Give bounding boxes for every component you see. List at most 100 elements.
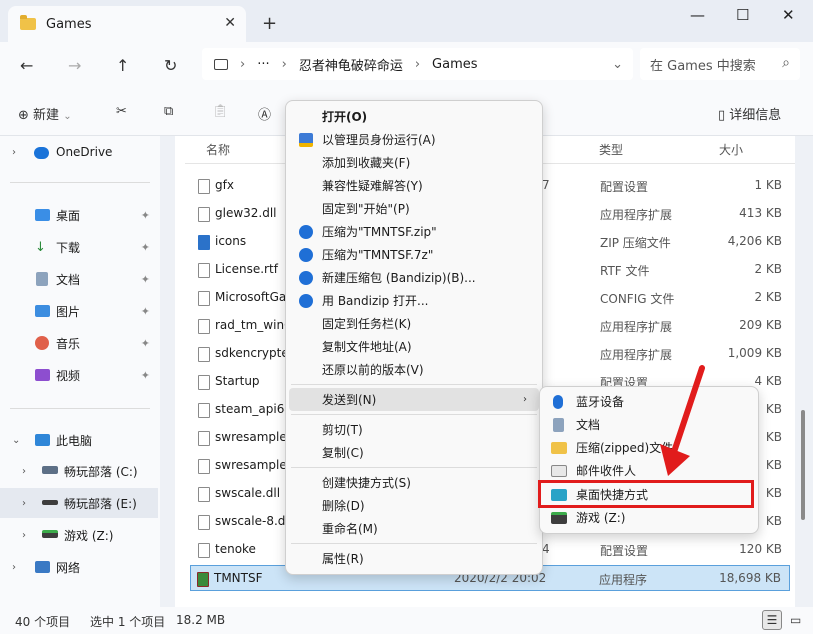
menu-item-copy[interactable]: 复制(C): [289, 441, 539, 464]
chevron-down-icon[interactable]: ⌄: [12, 435, 20, 446]
tab-games[interactable]: Games ✕: [8, 6, 246, 42]
menu-item-troubleshoot[interactable]: 兼容性疑难解答(Y): [289, 174, 539, 197]
dll-file-icon: [198, 515, 210, 530]
drive-icon: [42, 466, 58, 474]
up-button[interactable]: ↑: [116, 56, 129, 75]
submenu-item-documents[interactable]: 文档: [543, 413, 755, 436]
pin-icon: ✦: [140, 304, 150, 318]
refresh-button[interactable]: ↻: [164, 56, 177, 75]
selected-count: 选中 1 个项目: [90, 615, 166, 629]
sidebar-item-pictures[interactable]: 图片 ✦: [0, 296, 158, 326]
chevron-right-icon[interactable]: ›: [22, 498, 26, 509]
submenu-item-zip[interactable]: 压缩(zipped)文件: [543, 436, 755, 459]
app-icon: [197, 572, 209, 587]
sidebar-item-desktop[interactable]: 桌面 ✦: [0, 200, 158, 230]
dll-file-icon: [198, 431, 210, 446]
chevron-right-icon[interactable]: ›: [12, 562, 16, 573]
chevron-right-icon[interactable]: ›: [22, 530, 26, 541]
menu-item-delete[interactable]: 删除(D): [289, 494, 539, 517]
desktop-icon: [35, 209, 50, 221]
breadcrumb-item[interactable]: Games: [432, 57, 477, 72]
chevron-right-icon[interactable]: ›: [12, 147, 16, 158]
menu-item-copy-path[interactable]: 复制文件地址(A): [289, 335, 539, 358]
bluetooth-icon: [553, 394, 563, 409]
sidebar-item-this-pc[interactable]: ⌄ 此电脑: [0, 425, 158, 455]
new-button[interactable]: ⊕ 新建 ⌄: [18, 104, 72, 123]
column-header-type[interactable]: 类型: [599, 141, 623, 158]
address-bar[interactable]: › ··· › 忍者神龟破碎命运 › Games ⌄: [202, 48, 633, 80]
pin-icon: ✦: [140, 272, 150, 286]
breadcrumb-item[interactable]: 忍者神龟破碎命运: [299, 55, 403, 74]
menu-item-new-archive[interactable]: 新建压缩包 (Bandizip)(B)...: [289, 266, 539, 289]
music-icon: [35, 336, 49, 350]
search-icon: ⌕: [782, 55, 790, 71]
menu-item-send-to[interactable]: 发送到(N) ›: [289, 388, 539, 411]
bandizip-icon: [299, 247, 313, 262]
network-drive-icon: [42, 530, 58, 538]
drive-icon: [42, 500, 58, 505]
maximize-button[interactable]: ☐: [736, 6, 749, 24]
tiles-view-icon[interactable]: ▭: [790, 613, 801, 627]
menu-item-pin-to-taskbar[interactable]: 固定到任务栏(K): [289, 312, 539, 335]
zip-file-icon: [198, 235, 210, 250]
sidebar-item-drive-c[interactable]: › 畅玩部落 (C:): [0, 456, 158, 486]
submenu-item-bluetooth[interactable]: 蓝牙设备: [543, 390, 755, 413]
menu-item-restore-versions[interactable]: 还原以前的版本(V): [289, 358, 539, 381]
menu-item-properties[interactable]: 属性(R): [289, 547, 539, 570]
menu-item-compress-zip[interactable]: 压缩为"TMNTSF.zip": [289, 220, 539, 243]
submenu-item-mail[interactable]: 邮件收件人: [543, 459, 755, 482]
paste-icon[interactable]: 📋︎: [212, 104, 229, 119]
sidebar-item-onedrive[interactable]: › OneDrive: [0, 137, 158, 167]
new-tab-button[interactable]: +: [262, 13, 277, 34]
breadcrumb-ellipsis[interactable]: ···: [257, 57, 269, 72]
menu-item-create-shortcut[interactable]: 创建快捷方式(S): [289, 471, 539, 494]
sidebar-item-videos[interactable]: 视频 ✦: [0, 360, 158, 390]
selected-size: 18.2 MB: [176, 613, 226, 627]
scrollbar[interactable]: [801, 410, 805, 520]
search-box[interactable]: 在 Games 中搜索 ⌕: [640, 48, 800, 80]
sidebar: › OneDrive 桌面 ✦ ↓ 下载 ✦ 文档 ✦ 图片 ✦ 音乐 ✦ 视频…: [0, 136, 160, 607]
column-header-size[interactable]: 大小: [719, 141, 743, 158]
chevron-right-icon: ›: [523, 394, 527, 405]
cloud-icon: [34, 147, 49, 159]
menu-item-open-with-bandizip[interactable]: 用 Bandizip 打开...: [289, 289, 539, 312]
computer-icon: [35, 434, 50, 446]
column-header-name[interactable]: 名称: [206, 141, 230, 158]
minimize-button[interactable]: —: [690, 6, 705, 24]
close-button[interactable]: ✕: [782, 6, 795, 24]
chevron-down-icon[interactable]: ⌄: [612, 57, 623, 72]
sidebar-item-music[interactable]: 音乐 ✦: [0, 328, 158, 358]
chevron-right-icon[interactable]: ›: [22, 466, 26, 477]
shield-icon: [299, 132, 313, 147]
bandizip-icon: [299, 270, 313, 285]
pin-icon: ✦: [140, 368, 150, 382]
sidebar-item-network[interactable]: › 网络: [0, 552, 158, 582]
search-input[interactable]: 在 Games 中搜索: [650, 55, 756, 74]
bandizip-icon: [299, 224, 313, 239]
rtf-file-icon: [198, 263, 210, 278]
bandizip-icon: [299, 293, 313, 308]
copy-icon[interactable]: ⧉: [164, 104, 173, 119]
highlight-box: [538, 480, 754, 508]
menu-item-pin-to-start[interactable]: 固定到"开始"(P): [289, 197, 539, 220]
back-button[interactable]: ←: [20, 56, 33, 75]
tab-close-icon[interactable]: ✕: [224, 15, 236, 31]
menu-item-rename[interactable]: 重命名(M): [289, 517, 539, 540]
item-count: 40 个项目: [15, 615, 71, 629]
menu-item-add-to-favorites[interactable]: 添加到收藏夹(F): [289, 151, 539, 174]
sidebar-item-drive-z[interactable]: › 游戏 (Z:): [0, 520, 158, 550]
details-pane-button[interactable]: ▯ 详细信息: [718, 104, 781, 123]
sidebar-item-documents[interactable]: 文档 ✦: [0, 264, 158, 294]
menu-item-compress-7z[interactable]: 压缩为"TMNTSF.7z": [289, 243, 539, 266]
menu-item-open[interactable]: 打开(O): [289, 105, 539, 128]
forward-button[interactable]: →: [68, 56, 81, 75]
sidebar-item-downloads[interactable]: ↓ 下载 ✦: [0, 232, 158, 262]
cut-icon[interactable]: ✂: [116, 104, 127, 119]
menu-item-run-as-admin[interactable]: 以管理员身份运行(A): [289, 128, 539, 151]
picture-icon: [35, 305, 50, 317]
menu-item-cut[interactable]: 剪切(T): [289, 418, 539, 441]
submenu-item-drive-z[interactable]: 游戏 (Z:): [543, 506, 755, 529]
details-view-icon[interactable]: ☰: [762, 610, 782, 630]
rename-icon[interactable]: Ⓐ: [258, 104, 271, 123]
sidebar-item-drive-e[interactable]: › 畅玩部落 (E:): [0, 488, 158, 518]
